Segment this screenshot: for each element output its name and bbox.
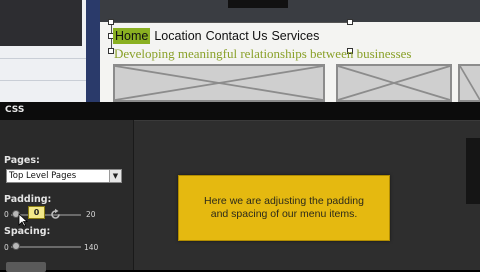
nav-item-home[interactable]: Home [113, 28, 151, 44]
image-placeholder[interactable] [336, 64, 452, 102]
nav-item-location[interactable]: Location [154, 29, 201, 43]
pages-select-value: Top Level Pages [9, 171, 77, 181]
pages-select[interactable]: Top Level Pages ▼ [6, 169, 122, 183]
image-placeholder[interactable] [458, 64, 480, 102]
nav-item-services[interactable]: Services [271, 29, 319, 43]
spacing-label: Spacing: [4, 226, 51, 237]
spacing-slider-knob[interactable] [12, 242, 20, 250]
panel-button[interactable] [6, 262, 46, 272]
spacing-min: 0 [4, 243, 9, 252]
tutorial-callout-text: Here we are adjusting the padding and sp… [204, 195, 364, 220]
top-tab [228, 0, 288, 8]
spacing-slider-track[interactable] [11, 246, 81, 248]
rotate-icon[interactable] [49, 206, 62, 219]
site-tagline: Developing meaningful relationships betw… [114, 46, 412, 61]
padding-label: Padding: [4, 194, 52, 205]
sidebar-divider [0, 58, 86, 59]
padding-max: 20 [86, 210, 96, 219]
pages-label: Pages: [4, 155, 40, 166]
padding-min: 0 [4, 210, 9, 219]
nav-menu[interactable]: Home Location Contact Us Services [113, 27, 323, 45]
resize-handle[interactable] [108, 19, 114, 25]
sidebar-divider [0, 80, 86, 81]
cursor-icon [18, 212, 29, 227]
image-placeholder[interactable] [113, 64, 325, 102]
padding-value-field[interactable]: 0 [28, 206, 45, 219]
panel-title: CSS [5, 105, 25, 115]
page-top-bar [100, 0, 480, 22]
spacing-max: 140 [84, 243, 99, 252]
resize-handle[interactable] [347, 19, 353, 25]
left-sidebar [0, 0, 86, 102]
selection-border-top [111, 22, 351, 23]
sidebar-edge [86, 0, 100, 102]
panel-scrollbar[interactable] [466, 138, 480, 204]
css-panel-header [0, 102, 480, 121]
sidebar-header [0, 0, 82, 46]
tutorial-callout: Here we are adjusting the padding and sp… [178, 175, 390, 241]
nav-item-contact[interactable]: Contact Us [206, 29, 268, 43]
chevron-down-icon[interactable]: ▼ [109, 170, 121, 182]
